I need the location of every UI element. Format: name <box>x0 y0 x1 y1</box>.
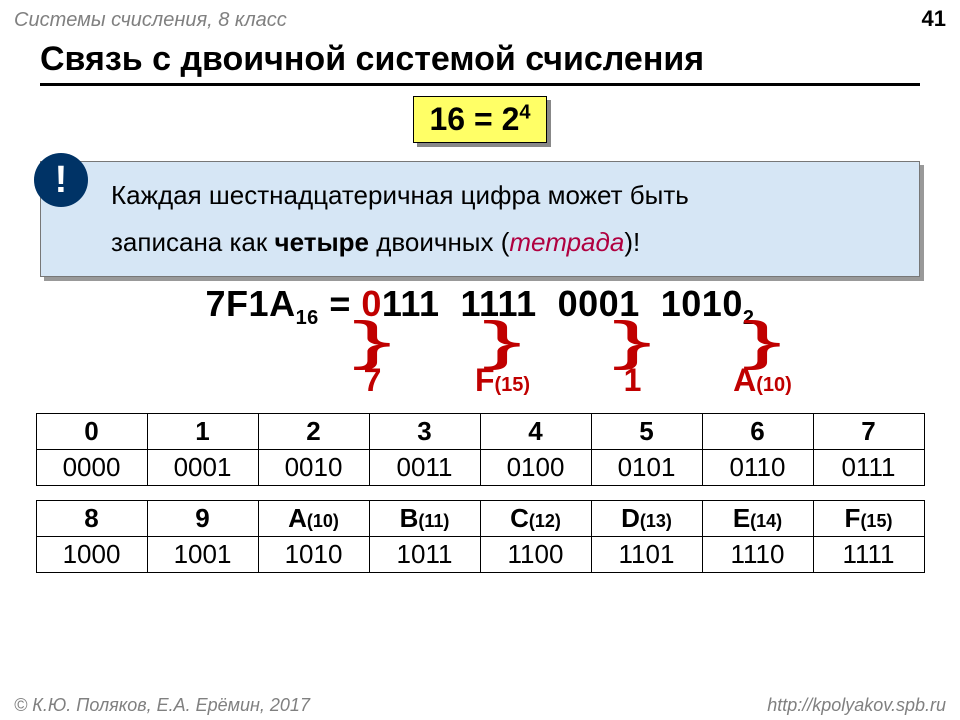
group-a: } A(10) <box>698 324 828 399</box>
header: Системы счисления, 8 класс 41 <box>0 0 960 34</box>
title-rule <box>40 83 920 86</box>
table-row: 1000 1001 1010 1011 1100 1101 1110 1111 <box>36 536 924 572</box>
hex-g4: 1010 <box>661 283 743 324</box>
table-row: 0 1 2 3 4 5 6 7 <box>36 413 924 449</box>
equation-wrap: 16 = 24 <box>0 96 960 143</box>
group-7: } 7 <box>308 324 438 399</box>
equation-exp: 4 <box>519 101 530 123</box>
slide: Системы счисления, 8 класс 41 Связь с дв… <box>0 0 960 720</box>
group-1: } 1 <box>568 324 698 399</box>
equation-box: 16 = 24 <box>413 96 548 143</box>
info-box: Каждая шестнадцатеричная цифра может быт… <box>40 161 920 277</box>
page-title: Связь с двоичной системой счисления <box>40 40 920 79</box>
copyright: © К.Ю. Поляков, Е.А. Ерёмин, 2017 <box>14 695 310 716</box>
info-italic: тетрада <box>509 227 624 257</box>
table-8-f: 8 9 A(10) B(11) C(12) D(13) E(14) F(15) … <box>36 500 925 573</box>
course-label: Системы счисления, 8 класс <box>14 9 287 32</box>
exclamation-icon: ! <box>34 153 88 207</box>
info-bold: четыре <box>275 227 370 257</box>
brace-icon: } <box>353 324 393 358</box>
equation-lhs: 16 = 2 <box>430 101 520 137</box>
info-callout: ! Каждая шестнадцатеричная цифра может б… <box>40 161 920 277</box>
title-block: Связь с двоичной системой счисления <box>0 34 960 86</box>
brace-icon: } <box>743 324 783 358</box>
table-0-7: 0 1 2 3 4 5 6 7 0000 0001 0010 0011 0100… <box>36 413 925 486</box>
footer: © К.Ю. Поляков, Е.А. Ерёмин, 2017 http:/… <box>14 695 946 716</box>
footer-url: http://kpolyakov.spb.ru <box>767 695 946 716</box>
brace-icon: } <box>613 324 653 358</box>
table-row: 8 9 A(10) B(11) C(12) D(13) E(14) F(15) <box>36 500 924 536</box>
info-line2a: записана как <box>111 227 275 257</box>
hex-equation: 7F1A16 = 0111 1111 0001 10102 <box>0 283 960 330</box>
hex-lhs: 7F1A <box>206 283 296 324</box>
brace-icon: } <box>483 324 523 358</box>
table-row: 0000 0001 0010 0011 0100 0101 0110 0111 <box>36 449 924 485</box>
group-f: } F(15) <box>438 324 568 399</box>
page-number: 41 <box>922 6 946 32</box>
brace-row: } 7 } F(15) } 1 } A(10) <box>0 324 960 399</box>
info-line1: Каждая шестнадцатеричная цифра может быт… <box>111 180 689 210</box>
info-line2c: двоичных ( <box>369 227 509 257</box>
info-line2e: )! <box>624 227 640 257</box>
